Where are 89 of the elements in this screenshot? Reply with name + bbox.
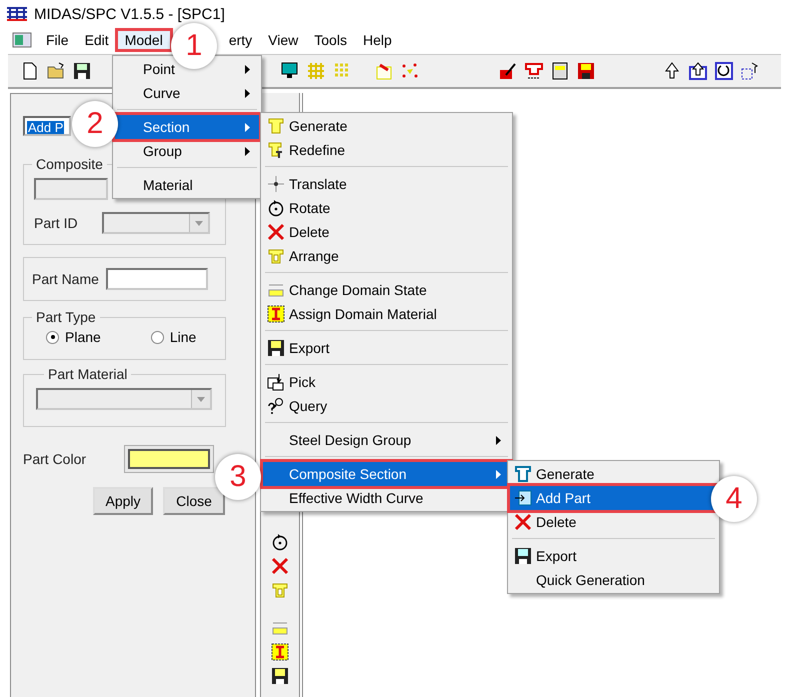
composite-section-field[interactable] (34, 178, 108, 200)
save-icon[interactable] (72, 61, 92, 81)
monitor-icon[interactable] (280, 61, 300, 81)
mode-field[interactable]: Add P (23, 116, 71, 136)
menu-bar-item[interactable]: Help (354, 30, 400, 50)
submenu-arrow-icon (496, 436, 502, 444)
menu-item[interactable]: Add Part (510, 486, 717, 510)
menu-item[interactable]: Quick Generation (510, 568, 717, 592)
field-label: Part ID (34, 215, 78, 231)
menu-bar-item[interactable]: View (260, 30, 306, 50)
group-label: Part Type (35, 309, 97, 325)
rotate-icon (267, 199, 285, 217)
field-label: Part Color (23, 451, 86, 467)
menu-item[interactable]: Arrange (263, 244, 510, 268)
delete-icon (514, 513, 532, 531)
menu-item[interactable]: Pick (263, 370, 510, 394)
menu-item[interactable]: Redefine (263, 138, 510, 162)
radio-option[interactable]: Line (150, 329, 196, 345)
menu-item[interactable]: Export (263, 336, 510, 360)
section-frame-icon (267, 117, 285, 135)
radio-button[interactable] (150, 330, 164, 344)
menu-bar-item[interactable]: Tools (306, 30, 355, 50)
menu-item[interactable]: Section (115, 115, 259, 139)
menu-item[interactable]: Steel Design Group (263, 428, 510, 452)
menu-item[interactable]: Export (510, 544, 717, 568)
part-id-dropdown[interactable] (102, 212, 210, 234)
panel-icon[interactable] (550, 61, 570, 81)
radio-label: Line (170, 329, 196, 345)
submenu-arrow-icon (245, 64, 251, 74)
menu-item[interactable]: Query (263, 394, 510, 418)
section-icon[interactable] (524, 61, 544, 81)
menu-bar-item[interactable]: File (38, 30, 77, 50)
window-title: MIDAS/SPC V1.5.5 - [SPC1] (34, 6, 225, 22)
dialog-button[interactable]: Close (163, 487, 225, 515)
select-box-icon[interactable] (740, 61, 760, 81)
menu-bar-item[interactable]: erty (220, 30, 260, 50)
menu-item[interactable]: Translate (263, 172, 510, 196)
group-label: Part Material (47, 366, 128, 382)
submenu-arrow-icon (245, 88, 251, 98)
floppy-icon (267, 339, 285, 357)
document-icon[interactable] (12, 32, 32, 48)
move-icon (267, 175, 285, 193)
dropdown-arrow-icon (194, 220, 203, 226)
domain-material-icon (267, 305, 285, 323)
submenu-arrow-icon (245, 146, 251, 156)
delete-icon (271, 557, 289, 575)
arrange-icon (271, 581, 289, 599)
field-label: Part Name (32, 271, 99, 287)
delete-icon (267, 223, 285, 241)
menu-item[interactable]: Curve (115, 81, 259, 105)
menu-bar-item[interactable]: Edit (76, 30, 117, 50)
add-part-icon (514, 489, 532, 507)
query-icon (267, 397, 285, 415)
part-material-dropdown[interactable] (36, 388, 212, 410)
radio-option[interactable]: Plane (46, 329, 101, 345)
rotate-icon (271, 533, 289, 551)
menu-item[interactable]: Effective Width Curve (263, 486, 510, 510)
pointer-icon[interactable] (688, 61, 708, 81)
menu-item[interactable]: Group (115, 139, 259, 163)
domain-material-icon (271, 643, 289, 661)
part-name-field[interactable] (106, 268, 208, 290)
menu-item[interactable]: Material (115, 173, 259, 197)
section-frame-icon (514, 465, 532, 483)
dropdown-arrow-icon (197, 396, 205, 402)
menu-bar-item[interactable]: Model (116, 30, 171, 50)
menu-item[interactable]: Delete (263, 220, 510, 244)
group-label: Composite (35, 156, 104, 172)
pick-icon (267, 373, 285, 391)
app-logo-icon (6, 6, 28, 22)
submenu-arrow-icon (245, 122, 251, 132)
arrange-icon (267, 247, 285, 265)
menu-item[interactable]: Assign Domain Material (263, 302, 510, 326)
color-picker[interactable] (124, 445, 214, 473)
menu-item[interactable]: Change Domain State (263, 278, 510, 302)
radio-button[interactable] (46, 330, 59, 344)
save-icon[interactable] (576, 61, 596, 81)
floppy-icon (514, 547, 532, 565)
submenu-arrow-icon (496, 470, 502, 478)
menu-item[interactable]: Composite Section (263, 462, 510, 486)
open-folder-icon[interactable] (46, 61, 66, 81)
floppy-icon (271, 667, 289, 685)
pen-icon[interactable] (498, 61, 518, 81)
menu-item[interactable]: Generate (263, 114, 510, 138)
pointer-icon[interactable] (662, 61, 682, 81)
radio-label: Plane (65, 329, 101, 345)
menu-item[interactable]: Rotate (263, 196, 510, 220)
rotate-icon[interactable] (714, 61, 734, 81)
dialog-button[interactable]: Apply (93, 487, 153, 515)
redefine-icon (267, 141, 285, 159)
